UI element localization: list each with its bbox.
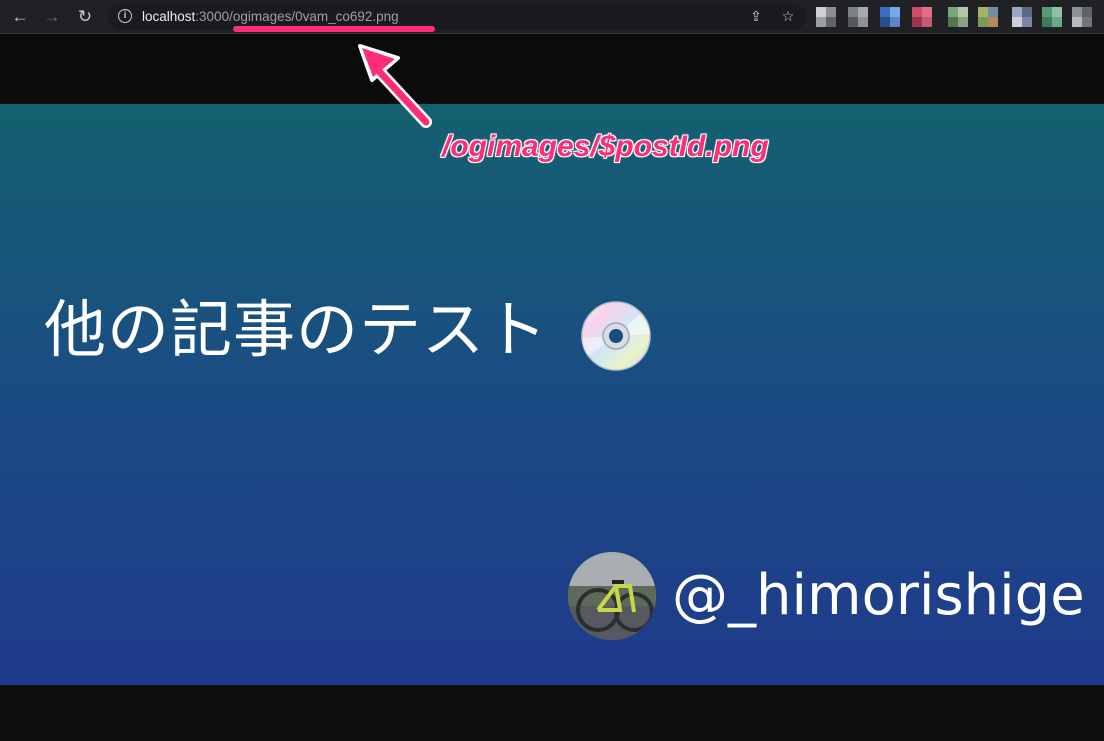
annotation-arrow-icon: [358, 44, 432, 128]
extension-icon[interactable]: [948, 7, 968, 27]
reload-button[interactable]: ↻: [73, 5, 97, 27]
url-host: localhost: [142, 9, 196, 24]
bookmark-star-icon[interactable]: ☆: [779, 7, 797, 25]
browser-toolbar: ← → ↻ i localhost:3000/ogimages/0vam_co6…: [0, 0, 1104, 34]
annotation-label: /ogimages/$postId.png: [442, 130, 769, 163]
share-icon[interactable]: ⇪: [747, 7, 765, 25]
extension-icon[interactable]: [816, 7, 836, 27]
extension-icon[interactable]: [880, 7, 900, 27]
url-text[interactable]: localhost:3000/ogimages/0vam_co692.png: [142, 8, 399, 25]
extension-icon[interactable]: [978, 7, 998, 27]
extensions-area: [816, 7, 1104, 27]
address-bar[interactable]: i localhost:3000/ogimages/0vam_co692.png…: [108, 3, 806, 30]
bottom-letterbox: [0, 685, 1104, 741]
url-path: :3000/ogimages/0vam_co692.png: [195, 9, 399, 24]
reload-icon: ↻: [77, 6, 93, 26]
back-arrow-icon: ←: [11, 6, 29, 26]
forward-button[interactable]: →: [40, 5, 64, 27]
extension-icon[interactable]: [912, 7, 932, 27]
author-block: @_himorishige: [568, 552, 1085, 640]
back-button[interactable]: ←: [8, 5, 32, 27]
cd-icon: [581, 301, 651, 371]
og-image: 他の記事のテスト @_himorishige: [0, 104, 1104, 685]
extension-icon[interactable]: [1012, 7, 1032, 27]
avatar: [568, 552, 656, 640]
og-title: 他の記事のテスト: [44, 293, 549, 366]
site-info-icon[interactable]: i: [118, 9, 132, 23]
url-highlight-underline: [233, 26, 435, 32]
author-handle: @_himorishige: [672, 563, 1085, 628]
extension-icon[interactable]: [848, 7, 868, 27]
extension-icon[interactable]: [1072, 7, 1092, 27]
forward-arrow-icon: →: [43, 6, 61, 26]
extension-icon[interactable]: [1042, 7, 1062, 27]
